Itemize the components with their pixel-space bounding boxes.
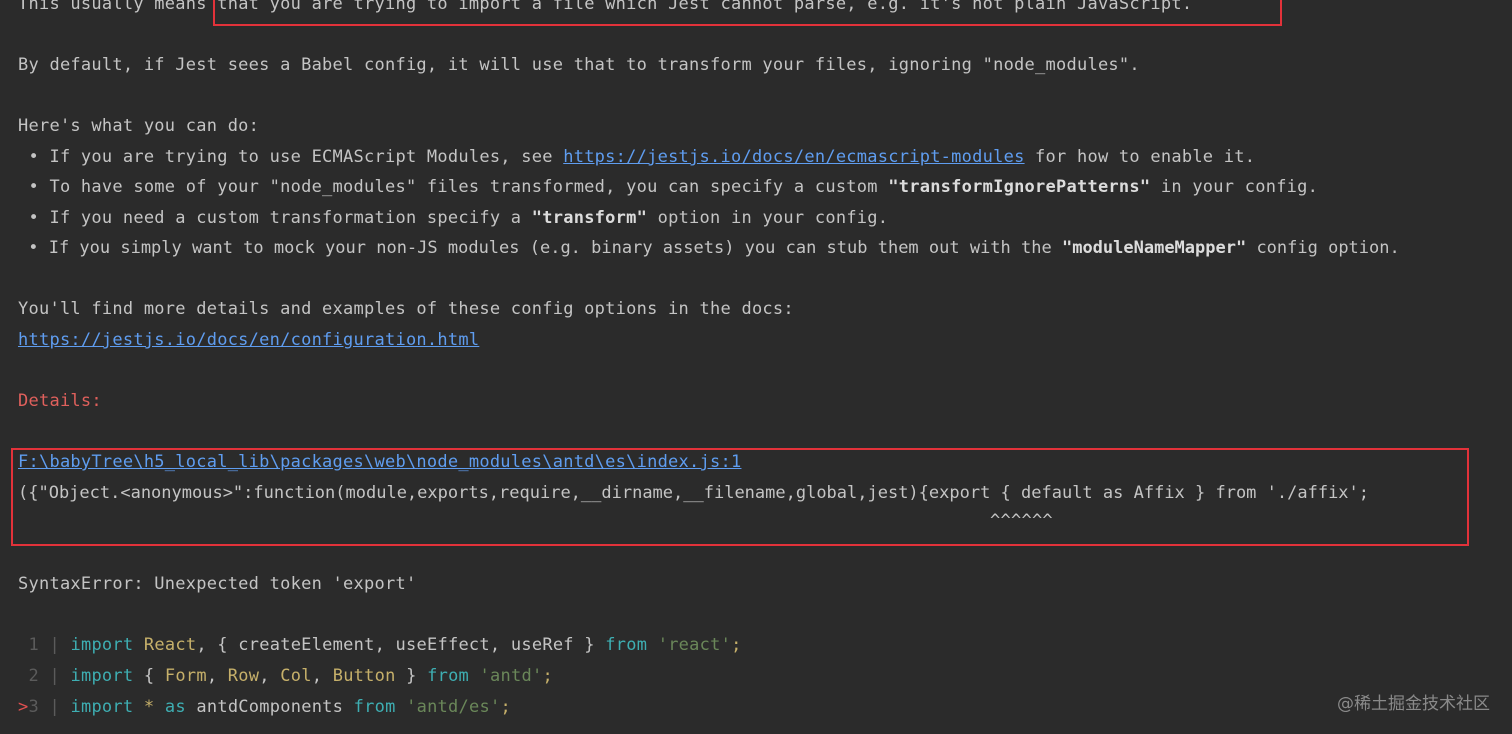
bullet-text: config option. — [1246, 238, 1400, 258]
code-token: , — [311, 666, 333, 686]
bullet-option-name: "moduleNameMapper" — [1061, 238, 1247, 258]
ecmascript-modules-link[interactable]: https://jestjs.io/docs/en/ecmascript-mod… — [563, 147, 1024, 167]
code-token: antdComponents — [185, 697, 354, 717]
bullet-text: in your config. — [1150, 177, 1319, 197]
code-token: * — [143, 697, 155, 717]
code-token: React — [143, 635, 197, 655]
code-token: Col — [280, 666, 312, 686]
code-line-marker — [18, 666, 29, 686]
code-token: , — [206, 666, 228, 686]
bullet-transform: • If you need a custom transformation sp… — [18, 207, 888, 229]
bullet-module-name-mapper: • If you simply want to mock your non-JS… — [18, 237, 1400, 259]
details-label: Details: — [18, 391, 102, 411]
code-token: { — [133, 666, 165, 686]
code-token: , { createElement, useEffect, useRef } — [196, 635, 606, 655]
code-line-separator: | — [39, 697, 71, 717]
code-line-number: 1 — [28, 635, 39, 655]
code-token: ; — [542, 666, 553, 686]
docs-line: You'll find more details and examples of… — [18, 299, 794, 319]
code-token: Row — [227, 666, 260, 686]
code-line: 2 | import { Form, Row, Col, Button } fr… — [18, 665, 553, 687]
syntax-error-line: SyntaxError: Unexpected token 'export' — [18, 574, 417, 594]
watermark: @稀土掘金技术社区 — [1337, 694, 1490, 714]
code-token: import — [70, 635, 134, 655]
code-token: import — [70, 666, 134, 686]
code-token: , — [259, 666, 281, 686]
code-token: 'antd/es' — [406, 697, 501, 717]
code-token: import — [70, 697, 134, 717]
code-token: } — [395, 666, 428, 686]
bullet-text: • To have some of your "node_modules" fi… — [18, 177, 889, 197]
intro-rest: that you are trying to import a file whi… — [206, 0, 1193, 14]
code-line-number: 2 — [28, 666, 39, 686]
code-token: as — [164, 697, 186, 717]
code-token: 'react' — [657, 635, 732, 655]
bullet-text: • If you simply want to mock your non-JS… — [18, 238, 1062, 258]
bullet-text: option in your config. — [647, 208, 889, 228]
code-line-number: 3 — [28, 697, 39, 717]
intro-prefix: This usually means — [18, 0, 207, 14]
code-line-separator: | — [39, 635, 71, 655]
code-line: 1 | import React, { createElement, useEf… — [18, 634, 742, 656]
code-line-marker: > — [18, 697, 29, 717]
bullet-text: • If you need a custom transformation sp… — [18, 208, 532, 228]
code-token: from — [353, 697, 396, 717]
bullet-text: • If you are trying to use ECMAScript Mo… — [18, 147, 564, 167]
error-location-link[interactable]: F:\babyTree\h5_local_lib\packages\web\no… — [18, 451, 741, 473]
code-token: ; — [500, 697, 511, 717]
code-line-marker — [18, 635, 29, 655]
babel-line: By default, if Jest sees a Babel config,… — [18, 55, 1140, 75]
bullet-esm: • If you are trying to use ECMAScript Mo… — [18, 146, 1255, 168]
bullet-transform-ignore: • To have some of your "node_modules" fi… — [18, 176, 1318, 198]
todo-heading: Here's what you can do: — [18, 116, 260, 136]
code-token: ; — [731, 635, 742, 655]
code-token: from — [427, 666, 470, 686]
error-source-line: ({"Object.<anonymous>":function(module,e… — [18, 483, 1370, 503]
code-token: Form — [164, 666, 207, 686]
code-line-separator: | — [39, 666, 71, 686]
code-token: Button — [332, 666, 396, 686]
configuration-docs-link[interactable]: https://jestjs.io/docs/en/configuration.… — [18, 329, 479, 351]
intro-line: This usually means that you are trying t… — [18, 0, 1192, 15]
code-token: 'antd' — [479, 666, 543, 686]
error-caret: ^^^^^^ — [990, 511, 1053, 531]
code-token: from — [605, 635, 648, 655]
bullet-option-name: "transform" — [531, 208, 648, 228]
bullet-text: for how to enable it. — [1024, 147, 1256, 167]
bullet-option-name: "transformIgnorePatterns" — [888, 177, 1151, 197]
code-line: >3 | import * as antdComponents from 'an… — [18, 696, 511, 718]
